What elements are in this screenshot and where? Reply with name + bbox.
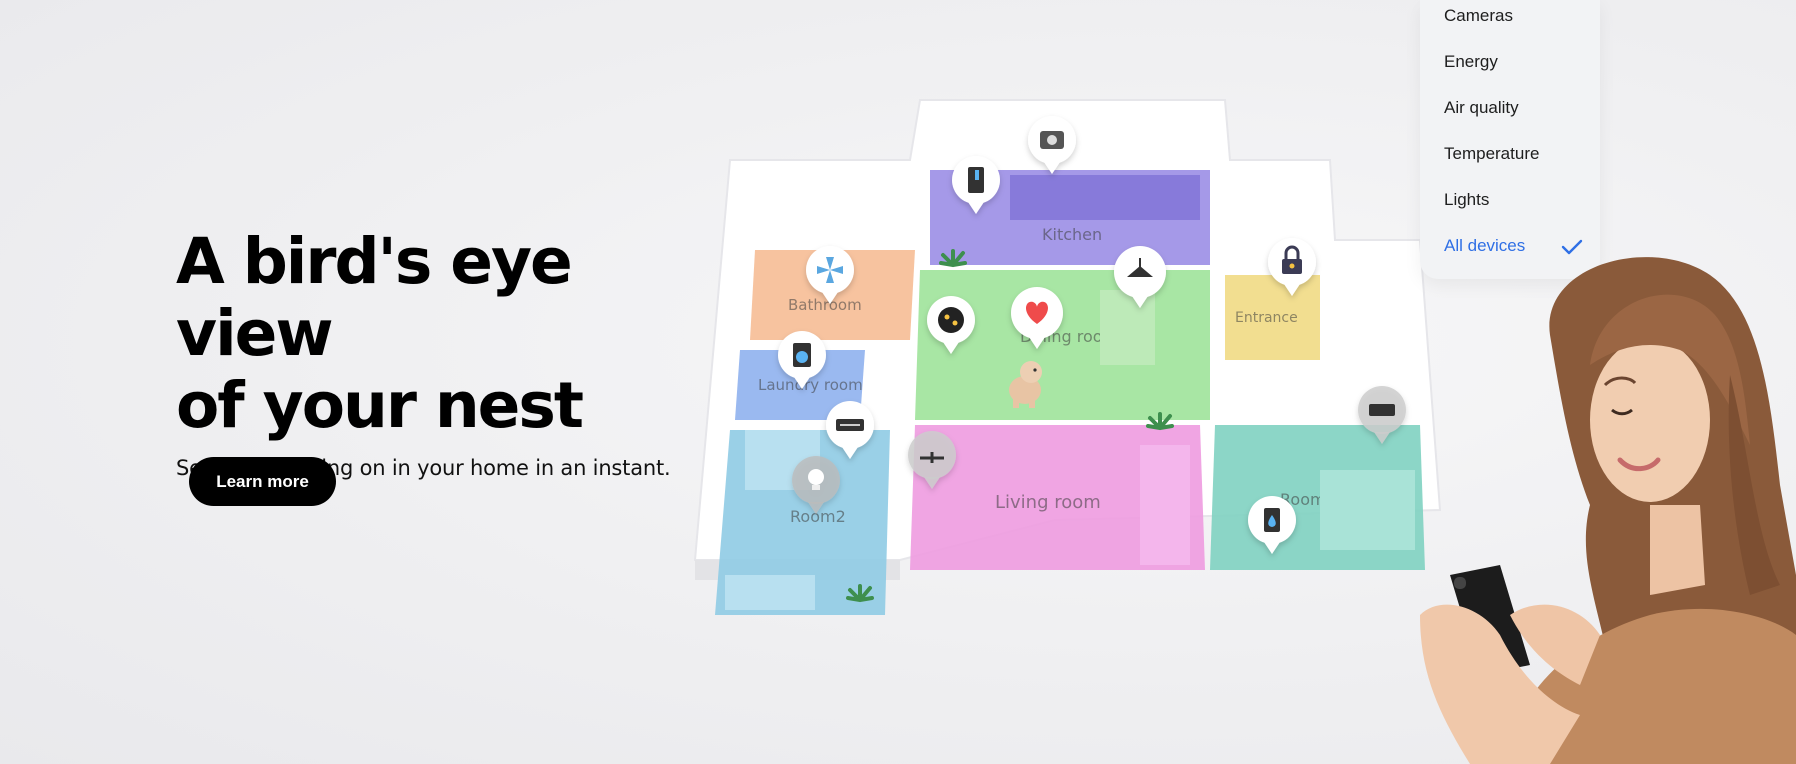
hero-title: A bird's eye view of your nest	[176, 226, 696, 442]
woman-with-phone-photo	[1420, 257, 1796, 764]
filter-option-all-devices[interactable]: All devices	[1444, 236, 1525, 256]
check-icon	[1561, 239, 1583, 255]
filter-option-energy[interactable]: Energy	[1444, 52, 1498, 72]
room-label-bathroom: Bathroom	[788, 296, 862, 314]
kitchen-counter	[1010, 175, 1200, 220]
bedroom-desk	[725, 575, 815, 610]
device-filter-menu: Cameras Energy Air quality Temperature L…	[1420, 0, 1600, 279]
filter-option-lights[interactable]: Lights	[1444, 190, 1489, 210]
filter-option-air-quality[interactable]: Air quality	[1444, 98, 1519, 118]
filter-option-temperature[interactable]: Temperature	[1444, 144, 1539, 164]
room-label-laundry: Laundry room	[758, 376, 863, 394]
dining-table	[1100, 290, 1155, 365]
room-label-living: Living room	[995, 492, 1101, 513]
hero-title-line-2: of your nest	[176, 369, 584, 442]
sofa	[1140, 445, 1190, 565]
learn-more-button[interactable]: Learn more	[189, 457, 336, 506]
hero-section: A bird's eye view of your nest See what’…	[176, 226, 696, 481]
room-label-kitchen: Kitchen	[1042, 225, 1102, 244]
hero-title-line-1: A bird's eye view	[176, 225, 573, 370]
filter-option-cameras[interactable]: Cameras	[1444, 6, 1513, 26]
room-label-entrance: Entrance	[1235, 310, 1298, 326]
